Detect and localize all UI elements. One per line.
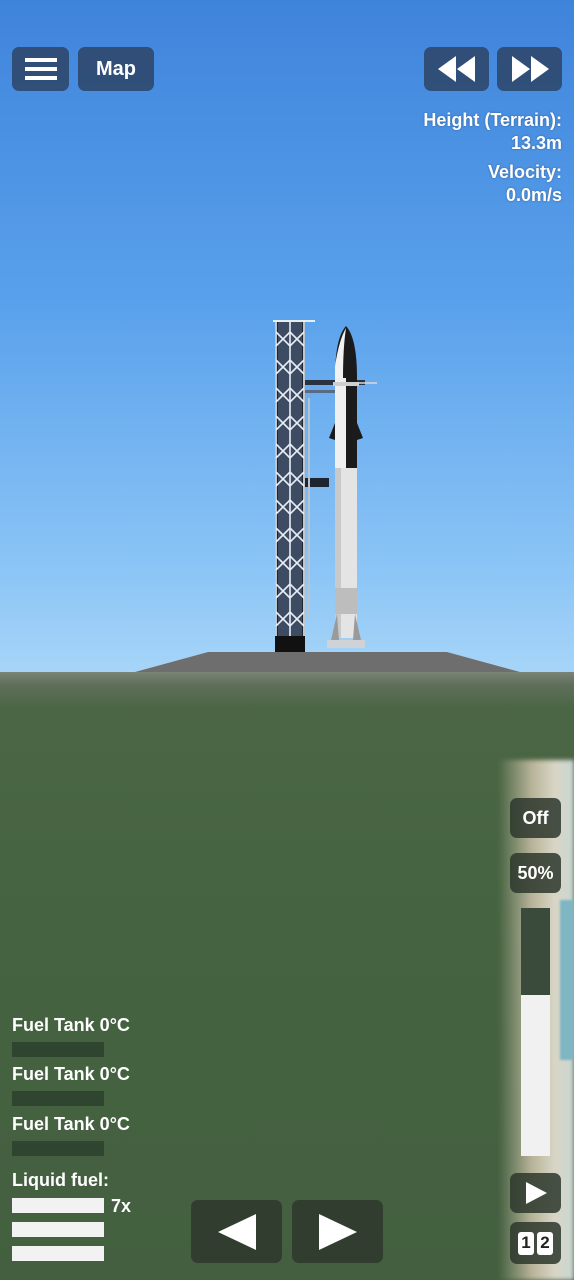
stage-activate-button[interactable] [510,1173,561,1213]
fuel-tank-label: Fuel Tank 0°C [12,1114,130,1134]
fast-forward-button[interactable] [497,47,562,91]
liquid-fuel-bar [12,1246,104,1261]
triangle-left-icon [217,1213,256,1250]
fuel-tank-bar [12,1091,104,1106]
stage-digit-2: 2 [537,1231,553,1255]
liquid-fuel-label: Liquid fuel: [12,1170,109,1190]
liquid-fuel-multiplier: 7x [111,1196,132,1216]
throttle-slider[interactable] [521,908,550,1156]
stage-selector-button[interactable]: 1 2 [510,1222,561,1264]
velocity-value: 0.0m/s [505,185,562,205]
menu-button[interactable] [12,47,69,91]
hamburger-icon [24,58,57,80]
play-icon [525,1182,547,1204]
throttle-preset-button[interactable]: 50% [510,853,561,893]
launch-scene [273,320,377,652]
rotate-left-button[interactable] [191,1200,282,1263]
rocket [327,326,377,648]
triangle-right-icon [318,1213,357,1250]
fuel-tank-label: Fuel Tank 0°C [12,1015,130,1035]
liquid-fuel-bar [12,1222,104,1237]
velocity-readout: Velocity: 0.0m/s [488,161,562,207]
water-strip [560,900,574,1060]
height-value: 13.3m [510,133,562,153]
velocity-label: Velocity: [487,162,562,182]
engine-off-button[interactable]: Off [510,798,561,838]
stage-digit-1: 1 [518,1231,534,1255]
rewind-icon [437,56,475,82]
fuel-tank-bar [12,1042,104,1057]
height-label: Height (Terrain): [423,110,562,130]
map-button[interactable]: Map [78,47,154,91]
liquid-fuel-bar [12,1198,104,1213]
rewind-button[interactable] [424,47,489,91]
throttle-slider-track [521,908,550,995]
fast-forward-icon [511,56,549,82]
fuel-tank-label: Fuel Tank 0°C [12,1064,130,1084]
fuel-tank-bar [12,1141,104,1156]
rotate-right-button[interactable] [292,1200,383,1263]
height-readout: Height (Terrain): 13.3m [423,109,562,155]
